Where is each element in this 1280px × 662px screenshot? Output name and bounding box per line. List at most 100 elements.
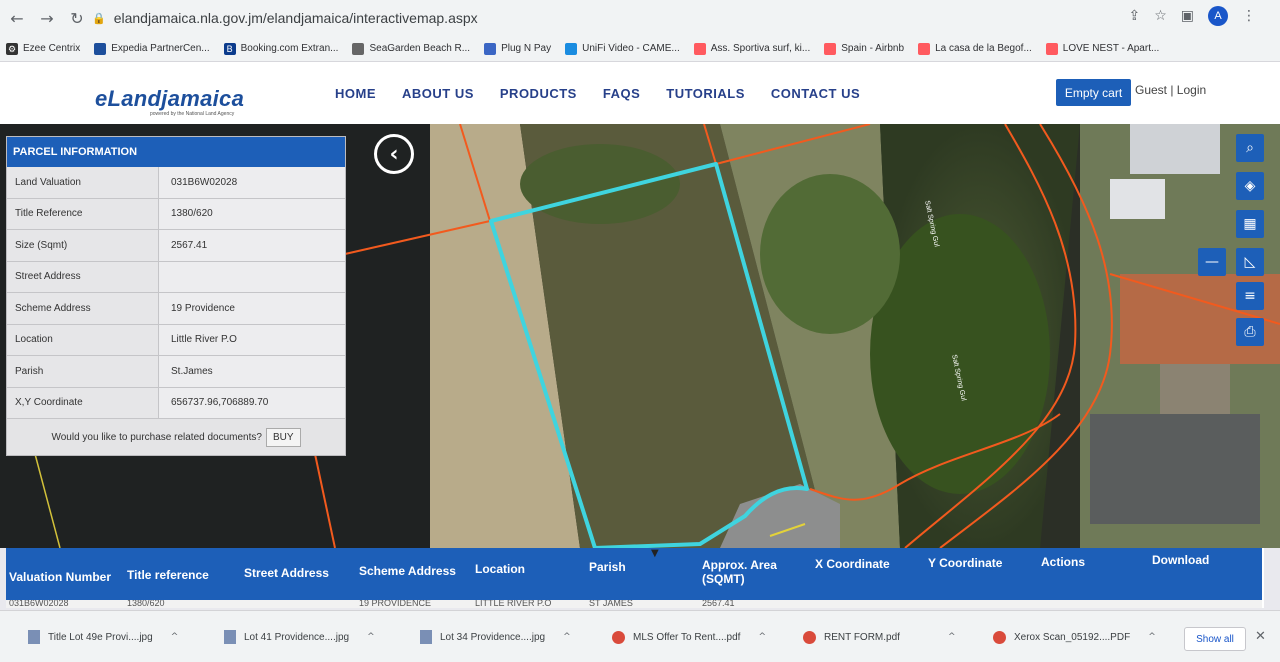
parcel-row: X,Y Coordinate 656737.96,706889.70 (7, 387, 345, 419)
col-valuation-number[interactable]: Valuation Number (9, 570, 111, 584)
site-logo[interactable]: eLandjamaica (95, 86, 244, 112)
airbnb-icon (693, 42, 706, 55)
chevron-up-icon[interactable]: ^ (758, 632, 766, 642)
chrome-icon (993, 630, 1006, 644)
airbnb-icon (824, 42, 837, 55)
sidebar-icon[interactable]: ▣ (1181, 8, 1194, 24)
bookmark-item[interactable]: SeaGarden Beach R... (352, 42, 470, 55)
bookmark-item[interactable]: B Booking.com Extran... (223, 42, 338, 55)
bookmark-item[interactable]: Ass. Sportiva surf, ki... (693, 42, 810, 55)
results-table: Valuation Number Title reference Street … (6, 548, 1264, 608)
col-street-address[interactable]: Street Address (244, 566, 329, 580)
nav-tutorials[interactable]: TUTORIALS (666, 86, 745, 101)
address-bar[interactable]: 🔒 elandjamaica.nla.gov.jm/elandjamaica/i… (92, 6, 1132, 30)
seagarden-icon (352, 42, 365, 55)
bookmark-item[interactable]: Spain - Airbnb (824, 42, 904, 55)
collapse-panel-button[interactable]: ‹ (374, 134, 414, 174)
share-icon[interactable]: ⇪ (1128, 8, 1140, 24)
col-location[interactable]: Location (475, 562, 525, 576)
login-link[interactable]: Guest | Login (1135, 83, 1206, 97)
col-y-coordinate[interactable]: Y Coordinate (928, 556, 1002, 570)
download-item[interactable]: Lot 41 Providence....jpg ^ (224, 625, 375, 649)
cart-button[interactable]: Empty cart (1056, 79, 1131, 106)
image-file-icon (28, 630, 40, 644)
star-icon[interactable]: ☆ (1154, 8, 1167, 24)
layers-icon[interactable]: ◈ (1236, 172, 1264, 200)
purchase-prompt: Would you like to purchase related docum… (7, 419, 345, 455)
nav-about-us[interactable]: ABOUT US (402, 86, 474, 101)
parcel-info-panel: PARCEL INFORMATION Land Valuation 031B6W0… (6, 136, 346, 456)
gear-icon: ⚙ (6, 42, 18, 55)
parcel-row: Street Address (7, 261, 345, 293)
nav-faqs[interactable]: FAQS (603, 86, 640, 101)
col-x-coordinate[interactable]: X Coordinate (815, 557, 890, 571)
nav-products[interactable]: PRODUCTS (500, 86, 577, 101)
bookmark-item[interactable]: La casa de la Begof... (918, 42, 1032, 55)
bookmark-item[interactable]: Expedia PartnerCen... (94, 42, 210, 55)
nav-home[interactable]: HOME (335, 86, 376, 101)
col-download[interactable]: Download (1152, 553, 1209, 567)
col-scheme-address[interactable]: Scheme Address (359, 564, 456, 578)
parcel-row: Parish St.James (7, 356, 345, 388)
main-nav: HOME ABOUT US PRODUCTS FAQS TUTORIALS CO… (335, 86, 860, 101)
chevron-up-icon[interactable]: ^ (563, 632, 571, 642)
downloads-bar: Title Lot 49e Provi....jpg ^ Lot 41 Prov… (0, 610, 1280, 662)
nav-contact-us[interactable]: CONTACT US (771, 86, 860, 101)
col-approx-area[interactable]: Approx. Area (SQMT) (702, 558, 782, 586)
image-file-icon (224, 630, 236, 644)
list-icon[interactable]: ≡ (1236, 282, 1264, 310)
airbnb-icon (1045, 42, 1058, 55)
chrome-icon (612, 630, 625, 644)
table-row[interactable]: 031B6W02028 1380/620 19 PROVIDENCE LITTL… (6, 600, 1262, 608)
grid-icon[interactable]: ▦ (1236, 210, 1264, 238)
chevron-up-icon[interactable]: ^ (367, 632, 375, 642)
chevron-up-icon[interactable]: ^ (1148, 632, 1156, 642)
unifi-icon (565, 42, 578, 55)
zoom-out-icon[interactable]: — (1198, 248, 1226, 276)
bookmarks-bar: ⚙ Ezee Centrix Expedia PartnerCen... B Boo… (0, 36, 1280, 62)
panel-title: PARCEL INFORMATION (7, 137, 345, 167)
lock-icon: 🔒 (92, 12, 106, 25)
col-actions[interactable]: Actions (1041, 555, 1085, 569)
search-icon[interactable]: ⌕ (1236, 134, 1264, 162)
chevron-up-icon[interactable]: ^ (171, 632, 179, 642)
expedia-icon (94, 42, 107, 55)
close-icon[interactable]: ✕ (1255, 629, 1266, 644)
buy-button[interactable]: BUY (265, 427, 301, 447)
airbnb-icon (918, 42, 931, 55)
forward-arrow-icon[interactable]: → (34, 5, 60, 31)
download-item[interactable]: Lot 34 Providence....jpg ^ (420, 625, 571, 649)
logo-tagline: powered by the National Land Agency (150, 111, 235, 117)
bookmark-item[interactable]: Plug N Pay (484, 42, 551, 55)
bookmark-item[interactable]: UniFi Video - CAME... (565, 42, 680, 55)
parcel-row: Size (Sqmt) 2567.41 (7, 230, 345, 262)
results-header: Valuation Number Title reference Street … (6, 548, 1262, 600)
chevron-up-icon[interactable]: ^ (948, 632, 956, 642)
booking-icon: B (223, 42, 236, 55)
download-item[interactable]: RENT FORM.pdf ^ (803, 625, 955, 649)
col-parish[interactable]: Parish (589, 560, 626, 574)
chrome-icon (803, 630, 816, 644)
download-item[interactable]: MLS Offer To Rent....pdf ^ (612, 625, 766, 649)
menu-dots-icon[interactable]: ⋮ (1242, 8, 1256, 24)
parcel-row: Location Little River P.O (7, 324, 345, 356)
purchase-text: Would you like to purchase related docum… (51, 431, 262, 443)
parcel-row: Land Valuation 031B6W02028 (7, 167, 345, 199)
back-arrow-icon[interactable]: ← (4, 5, 30, 31)
bookmark-item[interactable]: LOVE NEST - Apart... (1045, 42, 1159, 55)
profile-avatar[interactable]: A (1208, 6, 1228, 26)
parcel-row: Title Reference 1380/620 (7, 198, 345, 230)
collapse-caret-icon[interactable]: ▼ (651, 548, 659, 559)
parcel-row: Scheme Address 19 Providence (7, 293, 345, 325)
download-item[interactable]: Xerox Scan_05192....PDF ^ (993, 625, 1156, 649)
bookmark-item[interactable]: ⚙ Ezee Centrix (6, 42, 80, 55)
print-icon[interactable]: ⎙ (1236, 318, 1264, 346)
browser-toolbar: ← → ↻ 🔒 elandjamaica.nla.gov.jm/elandjam… (0, 0, 1280, 36)
reload-icon[interactable]: ↻ (64, 5, 90, 31)
image-file-icon (420, 630, 432, 644)
download-item[interactable]: Title Lot 49e Provi....jpg ^ (28, 625, 178, 649)
measure-icon[interactable]: ◺ (1236, 248, 1264, 276)
plugnpay-icon (484, 42, 497, 55)
col-title-reference[interactable]: Title reference (127, 568, 209, 582)
show-all-button[interactable]: Show all (1184, 627, 1246, 651)
